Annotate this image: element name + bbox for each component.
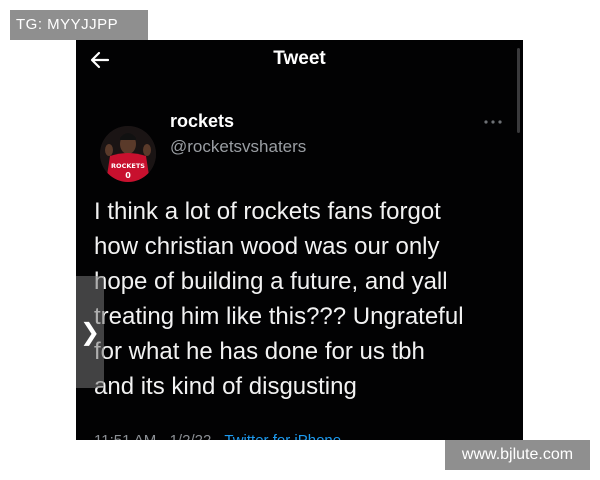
avatar[interactable]: ROCKETS 0 [100, 126, 156, 182]
avatar-jersey-text: ROCKETS [111, 162, 145, 170]
tweet-screenshot: Tweet ROCKETS 0 rockets @rocketsvshaters… [76, 40, 523, 440]
watermark: www.bjlute.com [445, 440, 590, 470]
chevron-right-icon: ❯ [79, 318, 101, 346]
corner-label: TG: MYYJJPP [10, 10, 148, 40]
author-name[interactable]: rockets [170, 111, 234, 132]
tweet-meta: 11:51 AM · 1/2/22 · Twitter for iPhone [94, 432, 514, 440]
avatar-jersey-number: 0 [125, 171, 131, 180]
tweet-timestamp: 11:51 AM · 1/2/22 · [94, 432, 220, 440]
avatar-image: ROCKETS 0 [100, 126, 156, 182]
page-title: Tweet [273, 48, 326, 69]
tweet-text: I think a lot of rockets fans forgot how… [94, 198, 464, 400]
carousel-next-button[interactable]: ❯ [76, 276, 104, 388]
tweet-source[interactable]: Twitter for iPhone [224, 432, 341, 440]
more-options-icon[interactable] [482, 119, 504, 125]
author-handle[interactable]: @rocketsvshaters [170, 137, 306, 157]
